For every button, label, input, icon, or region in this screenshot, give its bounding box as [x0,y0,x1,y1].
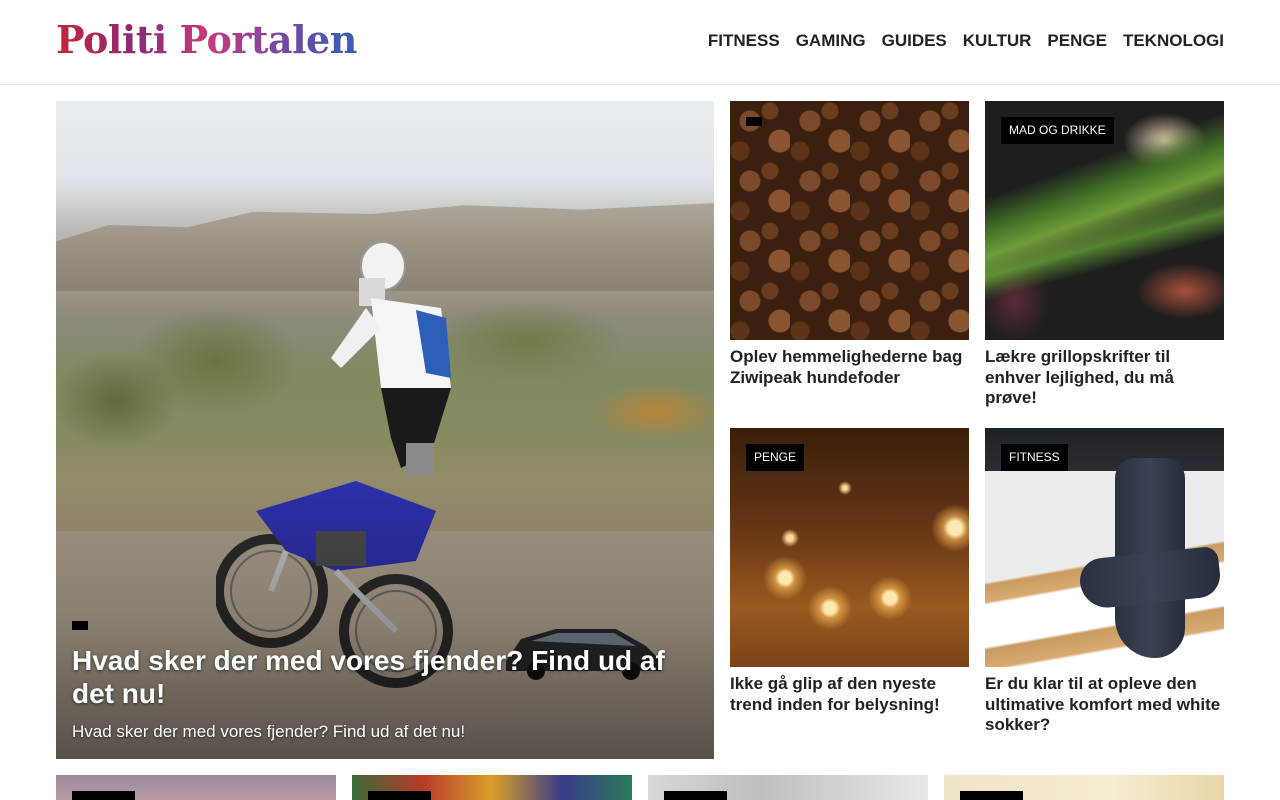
featured-overlay [56,481,714,759]
article-card-thumbnail[interactable] [944,775,1224,800]
nav-item-gaming[interactable]: GAMING [796,30,866,52]
featured-excerpt: Hvad sker der med vores fjender? Find ud… [72,722,466,741]
category-badge[interactable] [368,791,431,800]
featured-title[interactable]: Hvad sker der med vores fjender? Find ud… [72,644,702,710]
featured-article[interactable]: Hvad sker der med vores fjender? Find ud… [56,101,714,759]
nav-item-kultur[interactable]: KULTUR [963,30,1032,52]
category-badge[interactable] [960,791,1023,800]
nav-item-fitness[interactable]: FITNESS [708,30,780,52]
article-title[interactable]: Oplev hemmelighederne bag Ziwipeak hunde… [730,347,969,388]
category-badge[interactable] [664,791,727,800]
sock-foot-shape [1077,545,1223,611]
category-badge[interactable]: MAD OG DRIKKE [1001,117,1114,144]
site-logo[interactable]: Politi Portalen [56,18,357,62]
site-header: Politi Portalen FITNESS GAMING GUIDES KU… [0,0,1280,85]
article-title[interactable]: Ikke gå glip af den nyeste trend inden f… [730,674,969,715]
category-badge[interactable] [746,117,762,126]
category-badge[interactable] [72,791,135,800]
main-nav: FITNESS GAMING GUIDES KULTUR PENGE TEKNO… [708,30,1224,52]
article-card-thumbnail[interactable] [56,775,336,800]
article-card-thumbnail[interactable] [648,775,928,800]
category-badge[interactable]: PENGE [746,444,805,471]
featured-category-badge[interactable] [72,621,88,630]
category-badge[interactable]: FITNESS [1001,444,1068,471]
dog-food-image [730,101,969,340]
article-title[interactable]: Er du klar til at opleve den ultimative … [985,674,1224,736]
nav-item-guides[interactable]: GUIDES [882,30,947,52]
nav-item-penge[interactable]: PENGE [1047,30,1107,52]
nav-item-teknologi[interactable]: TEKNOLOGI [1123,30,1224,52]
article-title[interactable]: Lækre grillopskrifter til enhver lejligh… [985,347,1224,409]
article-card-thumbnail[interactable] [352,775,632,800]
